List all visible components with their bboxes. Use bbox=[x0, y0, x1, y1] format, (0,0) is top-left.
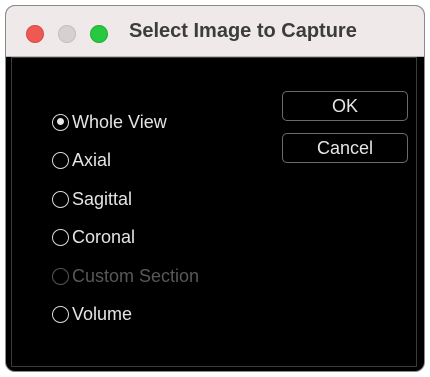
option-label: Axial bbox=[72, 150, 112, 171]
radio-unselected-icon[interactable] bbox=[52, 229, 69, 247]
option-label: Custom Section bbox=[72, 265, 200, 286]
option-label: Coronal bbox=[72, 227, 136, 248]
radio-unselected-icon[interactable] bbox=[52, 190, 69, 208]
option-volume[interactable]: Volume bbox=[52, 296, 199, 335]
cancel-button[interactable]: Cancel bbox=[282, 133, 408, 163]
minimize-window-button bbox=[58, 25, 76, 43]
radio-disabled-icon bbox=[52, 267, 69, 285]
close-window-button[interactable] bbox=[26, 25, 44, 43]
option-label: Whole View bbox=[72, 111, 167, 132]
title-bar[interactable]: Select Image to Capture bbox=[6, 6, 424, 57]
option-sagittal[interactable]: Sagittal bbox=[52, 180, 199, 219]
capture-option-list: Whole View Axial Sagittal Coronal Custom… bbox=[52, 103, 199, 334]
option-whole-view[interactable]: Whole View bbox=[52, 103, 199, 142]
option-custom-section: Custom Section bbox=[52, 257, 199, 296]
zoom-window-button[interactable] bbox=[90, 25, 108, 43]
option-label: Volume bbox=[72, 304, 133, 325]
option-axial[interactable]: Axial bbox=[52, 142, 199, 181]
radio-unselected-icon[interactable] bbox=[52, 152, 69, 170]
option-coronal[interactable]: Coronal bbox=[52, 219, 199, 258]
window-title: Select Image to Capture bbox=[129, 20, 357, 42]
ok-button[interactable]: OK bbox=[282, 91, 408, 121]
dialog-window: Select Image to Capture Whole View Axial… bbox=[5, 5, 425, 372]
radio-selected-icon[interactable] bbox=[52, 113, 69, 131]
option-label: Sagittal bbox=[72, 188, 133, 209]
radio-unselected-icon[interactable] bbox=[52, 306, 69, 324]
dialog-content: Whole View Axial Sagittal Coronal Custom… bbox=[11, 57, 417, 367]
